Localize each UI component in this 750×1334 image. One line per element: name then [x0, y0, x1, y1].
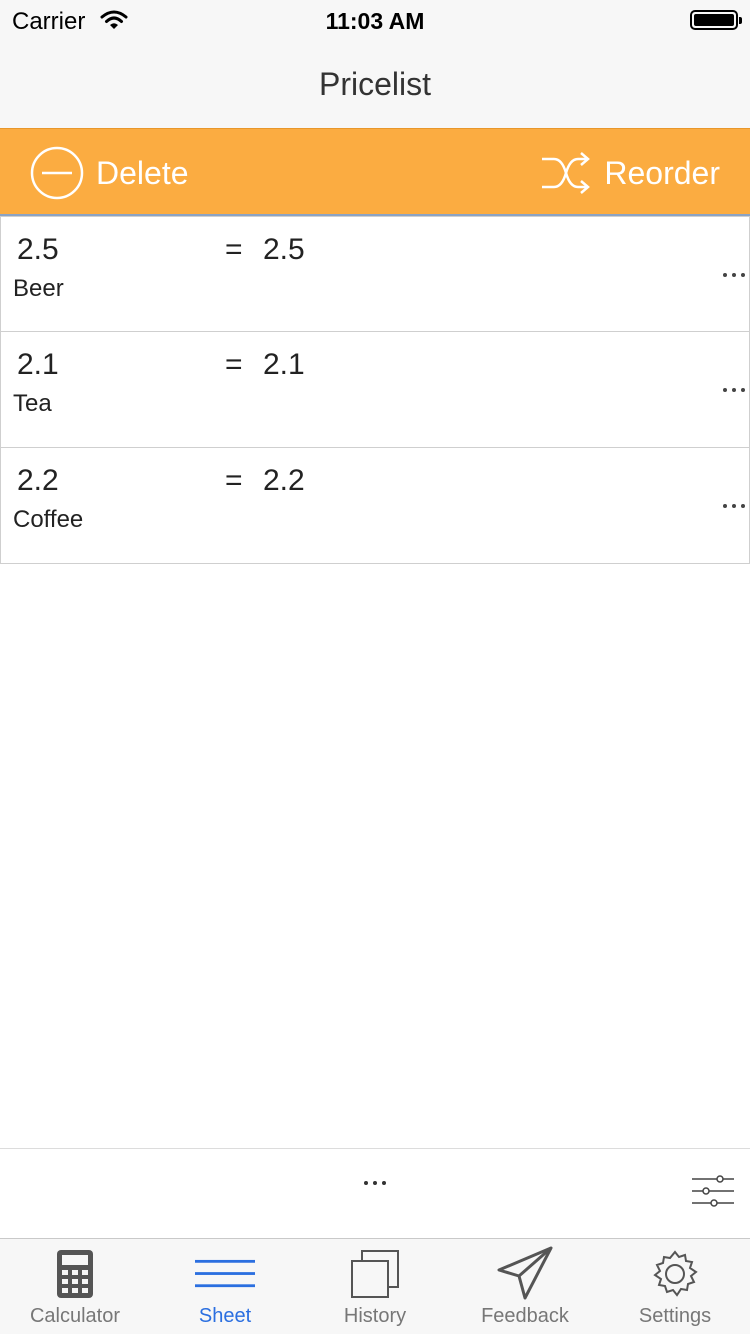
- tab-label: Feedback: [481, 1305, 569, 1327]
- delete-label: Delete: [96, 154, 189, 191]
- tab-feedback[interactable]: Feedback: [450, 1239, 600, 1334]
- sheet-icon: [195, 1259, 255, 1288]
- list-item[interactable]: 2.1 = 2.1 Tea: [0, 332, 750, 448]
- item-expression: 2.2: [17, 464, 59, 497]
- item-result: 2.2: [263, 464, 305, 497]
- tab-calculator[interactable]: Calculator: [0, 1239, 150, 1334]
- sliders-icon[interactable]: [690, 1173, 736, 1209]
- item-name: Coffee: [13, 506, 84, 533]
- item-name: Tea: [13, 390, 52, 417]
- tab-label: Calculator: [29, 1305, 121, 1327]
- settings-icon: [653, 1250, 698, 1297]
- reorder-button[interactable]: Reorder: [540, 145, 720, 201]
- tab-history[interactable]: History: [300, 1239, 450, 1334]
- equals-sign: =: [225, 233, 243, 266]
- more-options-icon[interactable]: [721, 267, 747, 283]
- equals-sign: =: [225, 348, 243, 381]
- feedback-icon: [497, 1246, 553, 1300]
- item-result: 2.5: [263, 233, 305, 266]
- status-time: 11:03 AM: [325, 8, 425, 34]
- item-expression: 2.1: [17, 348, 59, 381]
- more-options-icon[interactable]: [721, 382, 747, 398]
- tab-sheet[interactable]: Sheet: [150, 1239, 300, 1334]
- action-bar: Delete Reorder: [0, 128, 750, 216]
- more-menu-icon[interactable]: [362, 1177, 388, 1189]
- history-icon: [351, 1250, 399, 1298]
- calculator-icon: [57, 1250, 93, 1298]
- status-bar: Carrier 11:03 AM: [0, 0, 750, 40]
- battery-icon: [690, 10, 742, 30]
- reorder-label: Reorder: [604, 154, 720, 191]
- item-name: Beer: [13, 275, 64, 302]
- tab-label: Settings: [638, 1305, 712, 1327]
- shuffle-icon: [542, 152, 591, 194]
- delete-circle-icon: [30, 146, 84, 200]
- navigation-bar: Pricelist: [0, 40, 750, 128]
- app-screen: Carrier 11:03 AM Pricelist Delete Reorde…: [0, 0, 750, 1334]
- tab-label: Sheet: [198, 1305, 252, 1327]
- price-list: 2.5 = 2.5 Beer 2.1 = 2.1 Tea 2.2 = 2.2 C…: [0, 216, 750, 564]
- list-item[interactable]: 2.2 = 2.2 Coffee: [0, 448, 750, 564]
- tab-label: History: [343, 1305, 407, 1327]
- list-item[interactable]: 2.5 = 2.5 Beer: [0, 216, 750, 332]
- bottom-toolbar: [0, 1148, 750, 1238]
- delete-button[interactable]: Delete: [30, 145, 189, 201]
- page-title: Pricelist: [318, 65, 431, 102]
- more-options-icon[interactable]: [721, 498, 747, 514]
- item-result: 2.1: [263, 348, 305, 381]
- tab-settings[interactable]: Settings: [600, 1239, 750, 1334]
- item-expression: 2.5: [17, 233, 59, 266]
- tab-bar: Calculator Sheet History Feedback Settin…: [0, 1238, 750, 1334]
- equals-sign: =: [225, 464, 243, 497]
